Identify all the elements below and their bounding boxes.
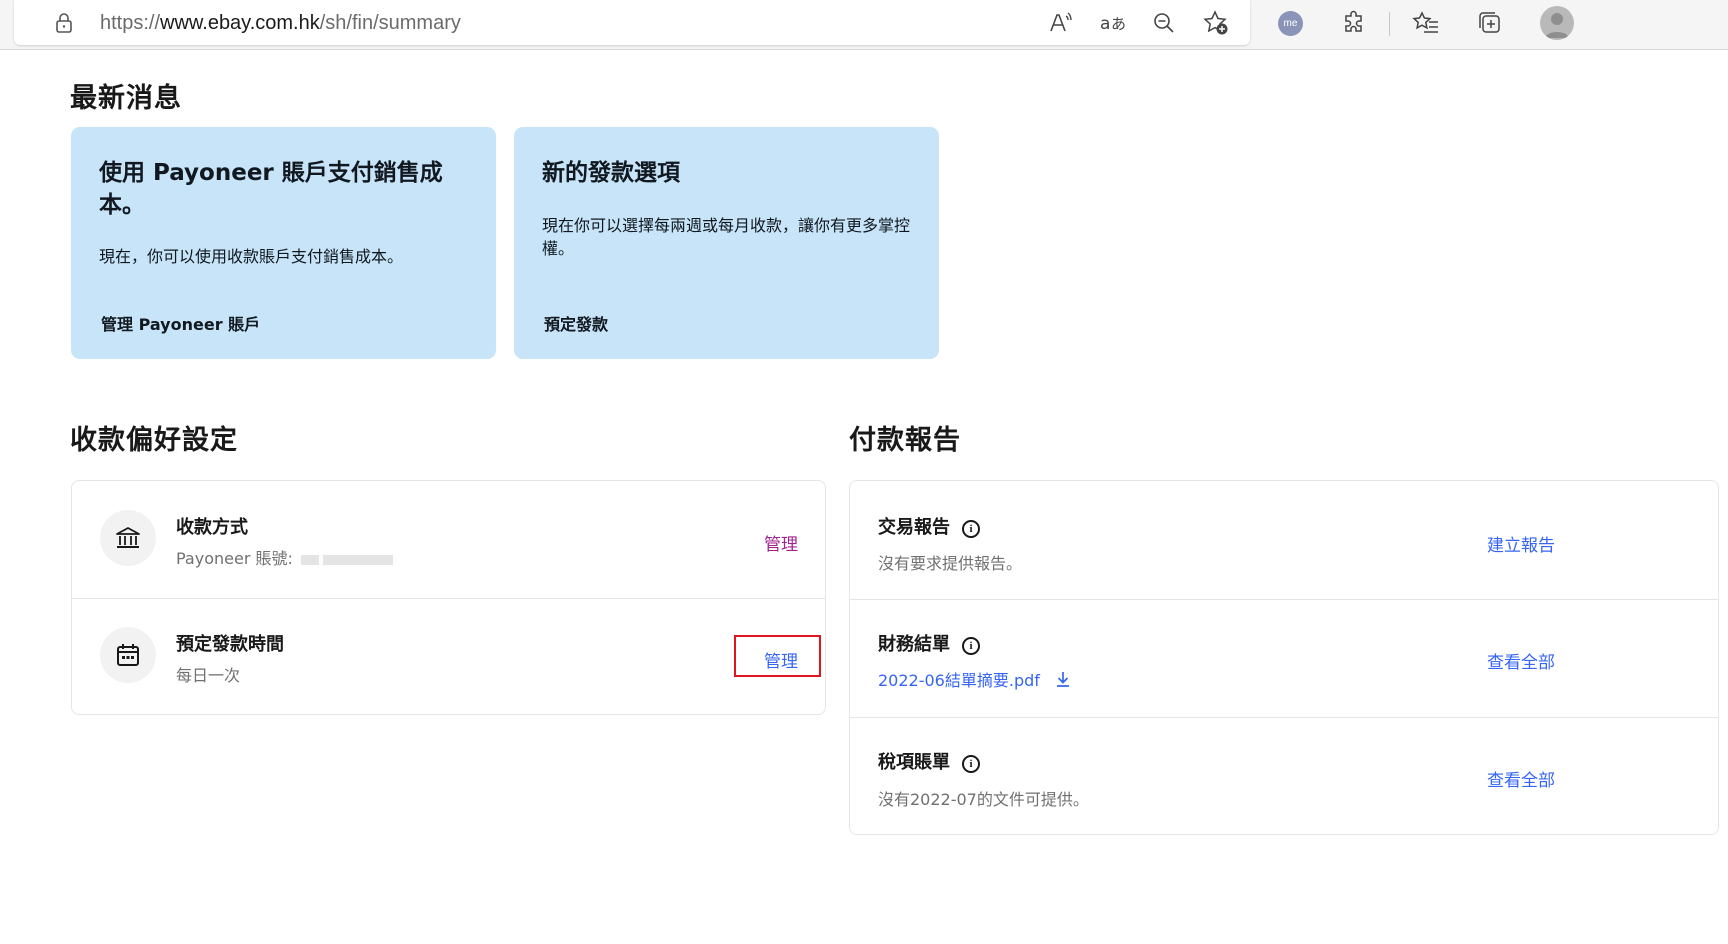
info-icon[interactable]: i bbox=[962, 755, 980, 773]
statement-pdf-filename: 2022-06結單摘要.pdf bbox=[878, 671, 1040, 690]
news-card-body: 現在，你可以使用收款賬戶支付銷售成本。 bbox=[99, 247, 404, 266]
translate-icon[interactable]: aあ bbox=[1098, 9, 1130, 37]
url-host: www.ebay.com.hk bbox=[160, 12, 320, 34]
info-icon[interactable]: i bbox=[962, 520, 980, 538]
schedule-payout-link[interactable]: 預定發款 bbox=[544, 311, 608, 335]
payout-schedule-subtitle: 每日一次 bbox=[176, 666, 241, 685]
bank-icon bbox=[100, 510, 156, 566]
lock-icon[interactable] bbox=[52, 11, 76, 35]
download-icon[interactable] bbox=[1054, 670, 1072, 692]
preferences-panel: 收款方式 Payoneer 賬號: 管理 預定發款時間 每日一次 管理 bbox=[71, 480, 826, 715]
zoom-out-icon[interactable] bbox=[1150, 9, 1178, 37]
highlight-box bbox=[734, 635, 821, 677]
financial-statement-label: 財務結單 bbox=[878, 634, 950, 655]
view-all-tax-invoices-link[interactable]: 查看全部 bbox=[1487, 766, 1555, 791]
create-report-link[interactable]: 建立報告 bbox=[1487, 531, 1555, 556]
view-all-statements-link[interactable]: 查看全部 bbox=[1487, 648, 1555, 673]
news-heading: 最新消息 bbox=[70, 83, 182, 114]
reports-heading: 付款報告 bbox=[849, 425, 961, 456]
news-card-body: 現在你可以選擇每兩週或每月收款，讓你有更多掌控權。 bbox=[542, 216, 911, 258]
info-icon[interactable]: i bbox=[962, 637, 980, 655]
transaction-report-row: 交易報告 i 沒有要求提供報告。 建立報告 bbox=[850, 481, 1718, 599]
read-aloud-icon[interactable] bbox=[1046, 9, 1074, 37]
news-card-title: 使用 Payoneer 賬戶支付銷售成本。 bbox=[99, 160, 443, 218]
statement-pdf-link[interactable]: 2022-06結單摘要.pdf bbox=[878, 667, 1072, 692]
toolbar-separator bbox=[1389, 12, 1390, 36]
calendar-icon bbox=[100, 627, 156, 683]
add-favorite-icon[interactable] bbox=[1202, 9, 1230, 37]
extensions-icon[interactable] bbox=[1340, 9, 1368, 37]
tax-invoice-row: 稅項賬單 i 沒有2022-07的文件可提供。 查看全部 bbox=[850, 718, 1718, 835]
news-card-payout-options: 新的發款選項 現在你可以選擇每兩週或每月收款，讓你有更多掌控權。 預定發款 bbox=[514, 127, 939, 359]
browser-toolbar: https://www.ebay.com.hk/sh/fin/summary a… bbox=[0, 0, 1728, 50]
collections-icon[interactable] bbox=[1476, 9, 1504, 37]
financial-statement-title: 財務結單 i bbox=[878, 630, 980, 656]
payout-schedule-title: 預定發款時間 bbox=[176, 634, 284, 655]
payout-schedule-row: 預定發款時間 每日一次 管理 bbox=[72, 599, 825, 715]
transaction-report-subtitle: 沒有要求提供報告。 bbox=[878, 554, 1023, 573]
preferences-heading: 收款偏好設定 bbox=[70, 425, 238, 456]
url-scheme: https:// bbox=[100, 12, 161, 34]
browser-profile-avatar[interactable] bbox=[1540, 6, 1574, 40]
masked-account-number bbox=[300, 554, 319, 565]
tax-invoice-title: 稅項賬單 i bbox=[878, 748, 980, 774]
payment-method-row: 收款方式 Payoneer 賬號: 管理 bbox=[72, 481, 825, 598]
transaction-report-title: 交易報告 i bbox=[878, 513, 980, 539]
reports-panel: 交易報告 i 沒有要求提供報告。 建立報告 財務結單 i 2022-06結單摘要.p… bbox=[849, 480, 1719, 835]
profile-me-icon[interactable]: me bbox=[1278, 11, 1303, 36]
payment-method-subtitle: Payoneer 賬號: bbox=[176, 545, 393, 569]
favorites-icon[interactable] bbox=[1412, 9, 1440, 37]
svg-text:あ: あ bbox=[1111, 15, 1126, 33]
tax-invoice-label: 稅項賬單 bbox=[878, 752, 950, 773]
transaction-report-label: 交易報告 bbox=[878, 517, 950, 538]
masked-account-number bbox=[322, 554, 393, 565]
news-card-title: 新的發款選項 bbox=[542, 160, 680, 186]
payment-method-title: 收款方式 bbox=[176, 517, 248, 538]
payoneer-account-label: Payoneer 賬號: bbox=[176, 549, 293, 568]
address-bar[interactable]: https://www.ebay.com.hk/sh/fin/summary a… bbox=[14, 0, 1250, 45]
svg-text:a: a bbox=[1100, 14, 1110, 34]
news-card-payoneer: 使用 Payoneer 賬戶支付銷售成本。 現在，你可以使用收款賬戶支付銷售成本… bbox=[71, 127, 496, 359]
manage-payment-method-link[interactable]: 管理 bbox=[764, 530, 798, 555]
manage-payoneer-link[interactable]: 管理 Payoneer 賬戶 bbox=[101, 311, 260, 335]
url-path: /sh/fin/summary bbox=[319, 12, 461, 34]
financial-statement-row: 財務結單 i 2022-06結單摘要.pdf 查看全部 bbox=[850, 600, 1718, 717]
url-text[interactable]: https://www.ebay.com.hk/sh/fin/summary bbox=[100, 12, 461, 35]
tax-invoice-subtitle: 沒有2022-07的文件可提供。 bbox=[878, 790, 1089, 809]
